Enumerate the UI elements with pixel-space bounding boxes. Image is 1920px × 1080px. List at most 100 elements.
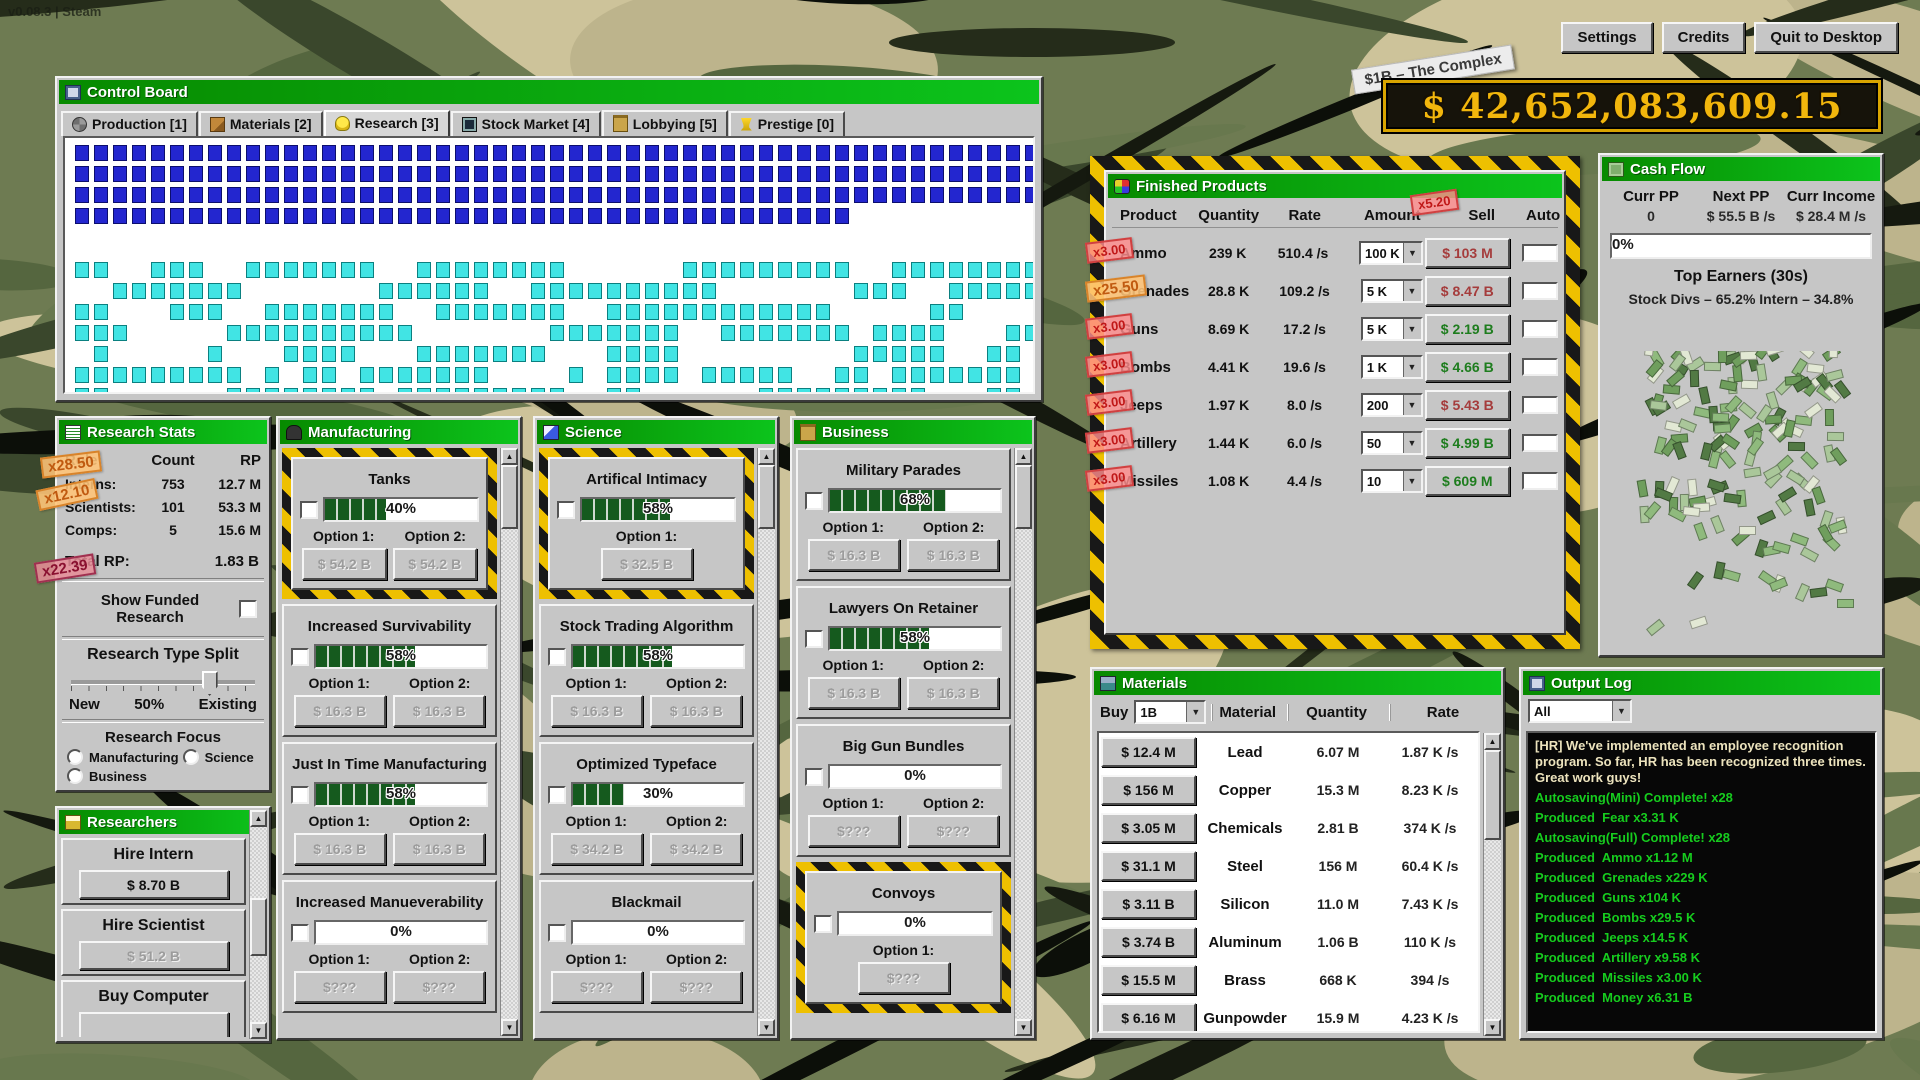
amount-dropdown[interactable]: 50▼ xyxy=(1361,431,1423,455)
auto-sell-checkbox[interactable] xyxy=(1522,358,1558,376)
log-filter-dropdown[interactable]: All ▼ xyxy=(1528,699,1632,723)
sell-button[interactable]: $ 4.99 B xyxy=(1425,428,1511,458)
fund-checkbox[interactable] xyxy=(805,492,823,510)
scrollbar-thumb[interactable] xyxy=(501,465,518,529)
buy-material-button[interactable]: $ 12.4 M xyxy=(1101,737,1196,767)
fund-checkbox[interactable] xyxy=(300,501,318,519)
scrollbar[interactable]: ▲ ▼ xyxy=(500,448,518,1036)
amount-dropdown[interactable]: 5 K▼ xyxy=(1361,279,1423,303)
option-buy-button[interactable]: $ 32.5 B xyxy=(601,548,693,580)
option-buy-button[interactable]: $ 16.3 B xyxy=(393,833,485,865)
fund-checkbox[interactable] xyxy=(291,924,309,942)
auto-sell-checkbox[interactable] xyxy=(1522,244,1558,262)
auto-sell-checkbox[interactable] xyxy=(1522,434,1558,452)
option-buy-button[interactable]: $??? xyxy=(858,962,950,994)
scroll-up-icon[interactable]: ▲ xyxy=(1484,733,1501,750)
auto-sell-checkbox[interactable] xyxy=(1522,472,1558,490)
option-buy-button[interactable]: $??? xyxy=(551,971,643,1003)
sell-button[interactable]: $ 5.43 B xyxy=(1425,390,1511,420)
option-buy-button[interactable]: $ 16.3 B xyxy=(551,695,643,727)
fund-checkbox[interactable] xyxy=(814,915,832,933)
fund-checkbox[interactable] xyxy=(291,648,309,666)
option-buy-button[interactable]: $??? xyxy=(907,815,999,847)
buy-material-button[interactable]: $ 156 M xyxy=(1101,775,1196,805)
option-buy-button[interactable]: $ 16.3 B xyxy=(907,677,999,709)
amount-dropdown[interactable]: 100 K▼ xyxy=(1359,241,1423,265)
option-buy-button[interactable]: $ 54.2 B xyxy=(393,548,478,580)
focus-science-radio[interactable] xyxy=(183,749,199,765)
scrollbar[interactable]: ▲ ▼ xyxy=(1483,733,1501,1036)
credits-button[interactable]: Credits xyxy=(1662,22,1746,53)
buy-material-button[interactable]: $ 3.74 B xyxy=(1101,927,1196,957)
tab-prestige[interactable]: Prestige [0] xyxy=(729,111,845,136)
show-funded-checkbox[interactable] xyxy=(239,600,257,618)
fund-checkbox[interactable] xyxy=(805,768,823,786)
buy-material-button[interactable]: $ 31.1 M xyxy=(1101,851,1196,881)
hire-button[interactable]: $ 51.2 B xyxy=(79,941,229,970)
buy-material-button[interactable]: $ 15.5 M xyxy=(1101,965,1196,995)
sell-button[interactable]: $ 2.19 B xyxy=(1425,314,1511,344)
option-buy-button[interactable]: $ 16.3 B xyxy=(907,539,999,571)
fund-checkbox[interactable] xyxy=(805,630,823,648)
scroll-up-icon[interactable]: ▲ xyxy=(1015,448,1032,465)
scrollbar[interactable]: ▲ ▼ xyxy=(1014,448,1032,1036)
buy-material-button[interactable]: $ 3.05 M xyxy=(1101,813,1196,843)
option-buy-button[interactable]: $??? xyxy=(650,971,742,1003)
option-buy-button[interactable]: $ 16.3 B xyxy=(294,695,386,727)
amount-dropdown[interactable]: 10▼ xyxy=(1361,469,1423,493)
scroll-down-icon[interactable]: ▼ xyxy=(758,1019,775,1036)
sell-button[interactable]: $ 8.47 B xyxy=(1425,276,1511,306)
fund-checkbox[interactable] xyxy=(548,648,566,666)
scroll-down-icon[interactable]: ▼ xyxy=(1484,1019,1501,1036)
scroll-down-icon[interactable]: ▼ xyxy=(501,1019,518,1036)
option-buy-button[interactable]: $??? xyxy=(808,815,900,847)
scrollbar[interactable]: ▲ ▼ xyxy=(249,810,267,1039)
sell-button[interactable]: $ 4.66 B xyxy=(1425,352,1511,382)
hire-button[interactable] xyxy=(79,1012,229,1037)
scrollbar-thumb[interactable] xyxy=(250,898,267,956)
buy-material-button[interactable]: $ 6.16 M xyxy=(1101,1003,1196,1033)
buy-material-button[interactable]: $ 3.11 B xyxy=(1101,889,1196,919)
tab-stock[interactable]: Stock Market [4] xyxy=(451,111,601,136)
scroll-up-icon[interactable]: ▲ xyxy=(758,448,775,465)
scrollbar[interactable]: ▲ ▼ xyxy=(757,448,775,1036)
fund-checkbox[interactable] xyxy=(291,786,309,804)
scroll-down-icon[interactable]: ▼ xyxy=(250,1022,267,1039)
scroll-up-icon[interactable]: ▲ xyxy=(250,810,267,827)
scrollbar-thumb[interactable] xyxy=(1015,465,1032,529)
tab-lobbying[interactable]: Lobbying [5] xyxy=(602,110,728,136)
amount-dropdown[interactable]: 5 K▼ xyxy=(1361,317,1423,341)
scrollbar-thumb[interactable] xyxy=(758,465,775,529)
option-buy-button[interactable]: $ 34.2 B xyxy=(650,833,742,865)
option-buy-button[interactable]: $??? xyxy=(294,971,386,1003)
fund-checkbox[interactable] xyxy=(548,786,566,804)
tab-materials[interactable]: Materials [2] xyxy=(199,111,323,136)
option-buy-button[interactable]: $ 16.3 B xyxy=(808,539,900,571)
option-buy-button[interactable]: $ 16.3 B xyxy=(393,695,485,727)
hire-button[interactable]: $ 8.70 B xyxy=(79,870,229,899)
settings-button[interactable]: Settings xyxy=(1561,22,1652,53)
tab-research[interactable]: Research [3] xyxy=(324,110,450,138)
option-buy-button[interactable]: $??? xyxy=(393,971,485,1003)
amount-dropdown[interactable]: 1 K▼ xyxy=(1361,355,1423,379)
option-buy-button[interactable]: $ 16.3 B xyxy=(808,677,900,709)
fund-checkbox[interactable] xyxy=(557,501,575,519)
focus-business-radio[interactable] xyxy=(67,768,83,784)
focus-manufacturing-radio[interactable] xyxy=(67,749,83,765)
scroll-up-icon[interactable]: ▲ xyxy=(501,448,518,465)
research-split-slider[interactable] xyxy=(71,680,255,684)
auto-sell-checkbox[interactable] xyxy=(1522,320,1558,338)
auto-sell-checkbox[interactable] xyxy=(1522,396,1558,414)
option-buy-button[interactable]: $ 16.3 B xyxy=(294,833,386,865)
sell-button[interactable]: $ 609 M xyxy=(1425,466,1511,496)
auto-sell-checkbox[interactable] xyxy=(1522,282,1558,300)
sell-button[interactable]: $ 103 M xyxy=(1425,238,1510,268)
scroll-down-icon[interactable]: ▼ xyxy=(1015,1019,1032,1036)
buy-amount-dropdown[interactable]: 1B ▼ xyxy=(1134,700,1206,724)
amount-dropdown[interactable]: 200▼ xyxy=(1361,393,1423,417)
scrollbar-thumb[interactable] xyxy=(1484,750,1501,840)
fund-checkbox[interactable] xyxy=(548,924,566,942)
option-buy-button[interactable]: $ 16.3 B xyxy=(650,695,742,727)
option-buy-button[interactable]: $ 34.2 B xyxy=(551,833,643,865)
quit-to-desktop-button[interactable]: Quit to Desktop xyxy=(1754,22,1898,53)
